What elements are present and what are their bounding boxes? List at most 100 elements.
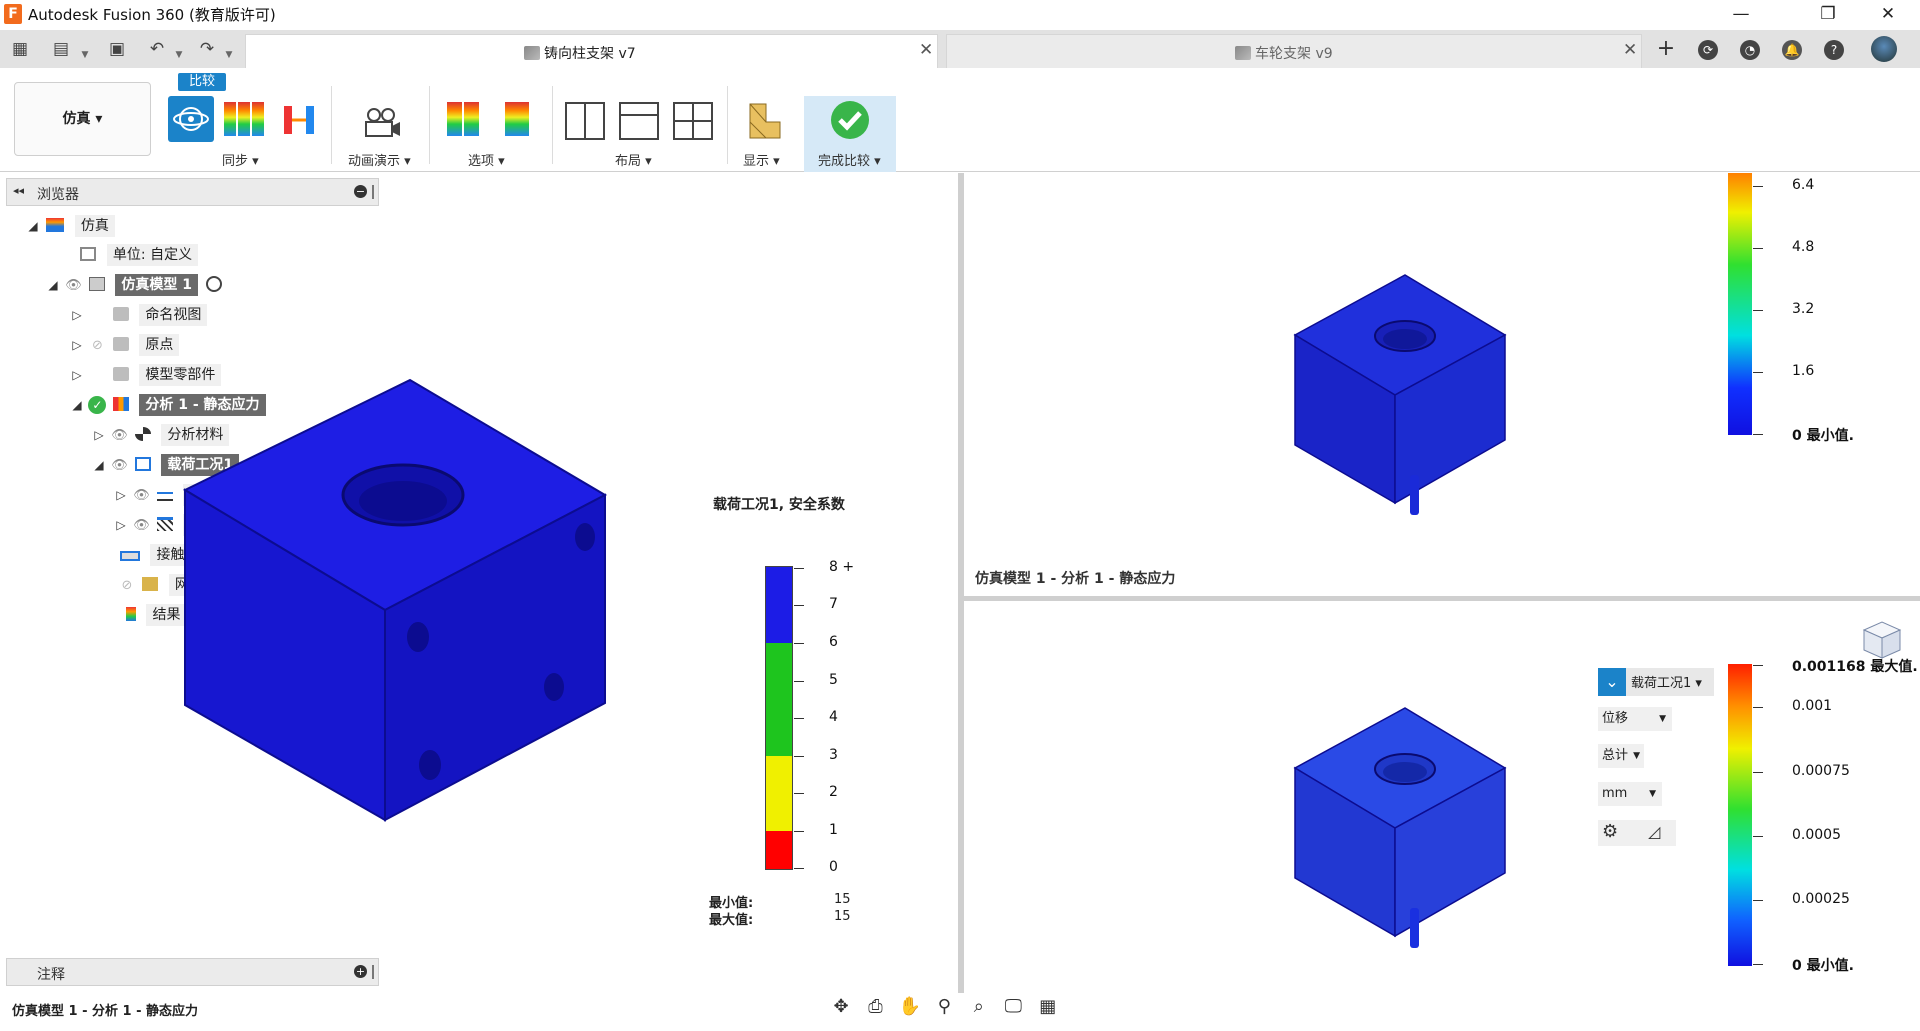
tree-item-named-views[interactable]: ▷ 👁 命名视图 (70, 304, 208, 326)
file-menu-icon[interactable]: ▤ (48, 36, 74, 62)
browser-pin-icon[interactable]: − (354, 185, 367, 198)
sync-legend-button[interactable] (282, 102, 316, 140)
notes-resize-handle[interactable] (372, 965, 374, 979)
apps-grid-icon[interactable]: ▦ (7, 36, 33, 62)
look-at-icon[interactable]: ⎙ (860, 996, 890, 1017)
max-value-label: 最大值: (709, 913, 754, 928)
gear-icon[interactable]: ⚙ (1602, 821, 1618, 842)
sync-results-button[interactable] (224, 102, 264, 136)
tab-document-1[interactable]: 铸向柱支架 v7 ✕ (245, 34, 938, 68)
legend-label: 3.2 (1792, 301, 1815, 317)
layout-two-column-button[interactable] (565, 102, 605, 140)
model-view-top-right[interactable] (1290, 270, 1510, 515)
legend-scale-icon[interactable]: ◿ (1648, 822, 1660, 841)
visibility-eye-icon[interactable]: 👁 (64, 275, 82, 297)
group-animate-label[interactable]: 动画演示 ▾ (348, 150, 411, 169)
legend-tick (1753, 434, 1763, 435)
loadcase-label: 载荷工况1 ▾ (1631, 676, 1702, 691)
help-icon[interactable]: ? (1820, 36, 1848, 62)
pan-hand-icon[interactable]: ✋ (895, 996, 925, 1017)
extensions-icon[interactable]: ◔ (1736, 36, 1764, 62)
visibility-eye-icon[interactable]: 👁 (132, 485, 150, 507)
expand-triangle-icon[interactable]: ◢ (92, 454, 106, 476)
expand-triangle-icon[interactable]: ◢ (26, 215, 40, 237)
max-value: 15 (834, 909, 851, 924)
chevron-down-icon[interactable]: ⌄ (1598, 668, 1626, 696)
redo-dropdown-icon[interactable]: ▼ (216, 42, 242, 68)
tree-item-simulation[interactable]: ◢ 仿真 (26, 215, 115, 237)
hidden-eye-icon[interactable]: ⊘ (118, 575, 136, 597)
tree-item-sim-model[interactable]: ◢ 👁 仿真模型 1 (46, 274, 223, 297)
hidden-eye-icon[interactable]: ⊘ (88, 335, 106, 357)
model-view-left[interactable] (175, 375, 615, 825)
tree-item-units[interactable]: 单位: 自定义 (60, 244, 199, 266)
fit-icon[interactable]: ⌕ (964, 996, 994, 1017)
options-legend-button[interactable] (447, 102, 479, 136)
sync-cameras-button[interactable] (168, 96, 214, 142)
browser-resize-handle[interactable] (372, 185, 374, 199)
component-value: 总计 (1602, 748, 1629, 763)
job-status-icon[interactable]: ⟳ (1694, 36, 1722, 62)
collapse-browser-icon[interactable]: ◂◂ (13, 184, 24, 197)
expand-triangle-icon[interactable]: ▷ (114, 514, 128, 536)
display-button[interactable] (748, 102, 782, 144)
notifications-bell-icon[interactable]: 🔔 (1778, 36, 1806, 62)
expand-triangle-icon[interactable]: ▷ (70, 304, 84, 326)
group-sync-label[interactable]: 同步 ▾ (222, 150, 259, 169)
display-settings-icon[interactable]: 🖵 (998, 996, 1028, 1017)
expand-triangle-icon[interactable]: ◢ (70, 394, 84, 416)
legend-tick (794, 756, 804, 757)
component-dropdown[interactable]: 总计 ▼ (1598, 744, 1644, 768)
expand-triangle-icon[interactable]: ▷ (70, 364, 84, 386)
minimize-button[interactable]: — (1721, 3, 1761, 27)
group-display-label[interactable]: 显示 ▾ (743, 150, 780, 169)
viewport-divider-horizontal[interactable] (964, 596, 1920, 601)
tab-document-2[interactable]: 车轮支架 v9 ✕ (946, 34, 1642, 68)
animate-button[interactable] (362, 106, 402, 144)
tab-close-icon[interactable]: ✕ (1623, 40, 1637, 60)
expand-triangle-icon[interactable]: ▷ (114, 484, 128, 506)
zoom-icon[interactable]: ⚲ (929, 996, 959, 1017)
ribbon-separator (429, 86, 430, 164)
tree-item-origin[interactable]: ▷ ⊘ 原点 (70, 334, 180, 357)
undo-dropdown-icon[interactable]: ▼ (166, 42, 192, 68)
new-tab-button[interactable]: + (1652, 36, 1680, 62)
viewport-divider-vertical[interactable] (958, 173, 964, 993)
options-color-button[interactable] (505, 102, 529, 136)
expand-triangle-icon[interactable]: ◢ (46, 274, 60, 296)
group-finish-label[interactable]: 完成比较 ▾ (818, 150, 881, 169)
activate-radio-icon[interactable] (206, 276, 223, 292)
close-button[interactable]: ✕ (1868, 3, 1908, 27)
expand-triangle-icon[interactable]: ▷ (92, 424, 106, 446)
group-layout-label[interactable]: 布局 ▾ (615, 150, 652, 169)
model-view-bottom-right[interactable] (1290, 703, 1510, 948)
expand-triangle-icon[interactable]: ▷ (70, 334, 84, 356)
user-avatar[interactable] (1870, 36, 1898, 62)
notes-panel-header[interactable]: 注释 + (6, 958, 379, 986)
group-options-label[interactable]: 选项 ▾ (468, 150, 505, 169)
result-type-dropdown[interactable]: 位移 ▼ (1598, 707, 1672, 731)
loadcase-selector[interactable]: ⌄ 载荷工况1 ▾ (1598, 668, 1714, 696)
visibility-eye-icon[interactable]: 👁 (110, 425, 128, 447)
visibility-eye-icon[interactable]: 👁 (110, 455, 128, 477)
layout-two-row-button[interactable] (619, 102, 659, 140)
dropdown-arrow-icon: ▼ (1659, 714, 1666, 724)
legend-tick (794, 718, 804, 719)
layout-grid-button[interactable] (673, 102, 713, 140)
tree-item-label: 命名视图 (139, 304, 208, 326)
workspace-switcher[interactable]: 仿真 ▾ (14, 82, 151, 156)
orbit-icon[interactable]: ✥ (826, 996, 856, 1017)
save-icon[interactable]: ▣ (104, 36, 130, 62)
folder-icon (112, 337, 129, 351)
tab-close-icon[interactable]: ✕ (919, 40, 933, 60)
browser-header[interactable]: ◂◂ 浏览器 − (6, 178, 379, 206)
notes-expand-icon[interactable]: + (354, 965, 367, 978)
layout-icon-divider (584, 104, 586, 138)
tab-compare[interactable]: 比较 (178, 73, 226, 91)
grid-settings-icon[interactable]: ▦ (1033, 996, 1063, 1017)
view-cube-icon[interactable] (1856, 616, 1906, 664)
unit-dropdown[interactable]: mm ▼ (1598, 782, 1662, 806)
visibility-eye-icon[interactable]: 👁 (132, 515, 150, 537)
restore-button[interactable]: ❐ (1808, 3, 1848, 27)
file-dropdown-icon[interactable]: ▼ (72, 42, 98, 68)
